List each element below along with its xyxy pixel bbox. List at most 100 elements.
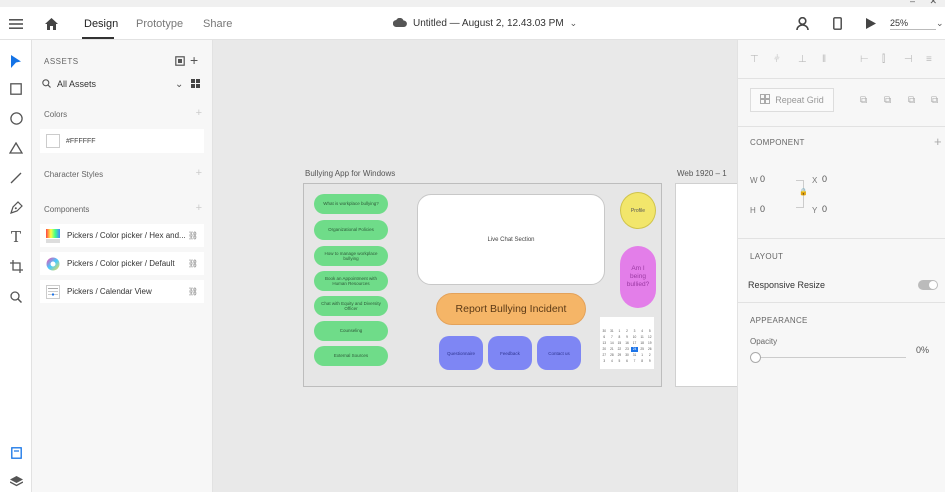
mobile-preview-icon[interactable] — [833, 7, 842, 40]
menu-pill[interactable]: Book an Appointment with Human Resources — [314, 271, 388, 291]
calendar-day[interactable]: 19 — [646, 341, 653, 346]
profile-button[interactable]: Profile — [620, 192, 656, 229]
play-icon[interactable] — [866, 7, 876, 40]
calendar-day[interactable]: 30 — [601, 329, 608, 334]
zoom-select[interactable]: 25% ⌄ — [890, 7, 944, 40]
calendar-day[interactable]: 11 — [639, 335, 646, 340]
calendar-day[interactable]: 3 — [631, 329, 638, 334]
add-character-style-icon[interactable]: + — [196, 167, 202, 179]
calendar-day[interactable]: 17 — [631, 341, 638, 346]
calendar-day[interactable]: 25 — [639, 347, 646, 352]
height-input[interactable]: 0 — [760, 204, 765, 214]
x-input[interactable]: 0 — [822, 174, 827, 184]
grid-view-icon[interactable] — [191, 78, 200, 90]
repeat-grid-button[interactable]: Repeat Grid — [750, 88, 834, 112]
zoom-icon[interactable] — [6, 287, 26, 307]
calendar-day[interactable]: 6 — [624, 359, 631, 364]
add-color-icon[interactable]: + — [196, 107, 202, 119]
document-title-menu[interactable]: Untitled — August 2, 12.43.03 PM ⌄ — [392, 7, 577, 40]
menu-pill[interactable]: Chat with Equity and Diversity Officer — [314, 296, 388, 316]
calendar-day[interactable]: 29 — [616, 353, 623, 358]
calendar-day[interactable]: 15 — [616, 341, 623, 346]
artboard-icon[interactable] — [6, 256, 26, 276]
questionnaire-button[interactable]: Questionnaire — [439, 336, 483, 370]
align-top-icon[interactable]: ⊤ — [750, 54, 759, 65]
calendar-day[interactable]: 30 — [624, 353, 631, 358]
align-middle-icon[interactable]: ⫩ — [774, 54, 780, 65]
calendar-day[interactable]: 10 — [631, 335, 638, 340]
ellipse-icon[interactable] — [6, 108, 26, 128]
artboard-web-1920[interactable] — [675, 183, 737, 387]
layers-icon[interactable] — [6, 471, 26, 491]
tab-prototype[interactable]: Prototype — [136, 7, 183, 40]
home-icon[interactable] — [45, 7, 58, 40]
artboard-label[interactable]: Web 1920 – 1 — [677, 169, 727, 178]
live-chat-section[interactable]: Live Chat Section — [417, 194, 605, 285]
calendar-day[interactable]: 21 — [609, 347, 616, 352]
design-canvas[interactable]: Bullying App for Windows Web 1920 – 1 Wh… — [213, 40, 737, 492]
calendar-day[interactable]: 31 — [631, 353, 638, 358]
calendar-day[interactable]: 2 — [646, 353, 653, 358]
calendar-day[interactable]: 7 — [609, 335, 616, 340]
calendar-day[interactable]: 2 — [624, 329, 631, 334]
calendar-day[interactable]: 18 — [639, 341, 646, 346]
calendar-day[interactable]: 9 — [646, 359, 653, 364]
feedback-button[interactable]: Feedback — [488, 336, 532, 370]
link-library-icon[interactable] — [175, 56, 185, 68]
calendar-day[interactable]: 27 — [601, 353, 608, 358]
calendar-widget[interactable]: 30 31 1 2 3 4 5 6 7 8 9 10 11 12 13 14 15 16 17 18 19 20 21 22 2… — [600, 317, 654, 369]
menu-pill[interactable]: How to manage workplace bullying — [314, 246, 388, 266]
distribute-horizontal-icon[interactable]: ≡ — [926, 54, 932, 65]
align-center-icon[interactable]: ⫿ — [882, 54, 885, 65]
opacity-value[interactable]: 0% — [916, 345, 929, 355]
calendar-day[interactable]: 14 — [609, 341, 616, 346]
opacity-slider-track[interactable] — [756, 357, 906, 358]
calendar-day[interactable]: 13 — [601, 341, 608, 346]
calendar-day[interactable]: 7 — [631, 359, 638, 364]
menu-pill[interactable]: Counseling — [314, 321, 388, 341]
boolean-subtract-icon[interactable]: ⧉ — [884, 95, 891, 106]
align-left-icon[interactable]: ⊢ — [860, 54, 869, 65]
calendar-day[interactable]: 1 — [616, 329, 623, 334]
menu-icon[interactable] — [9, 7, 23, 40]
calendar-day[interactable]: 5 — [616, 359, 623, 364]
triangle-icon[interactable] — [6, 138, 26, 158]
line-icon[interactable] — [6, 168, 26, 188]
close-button[interactable]: ✕ — [929, 0, 937, 7]
calendar-day[interactable]: 6 — [601, 335, 608, 340]
menu-pill[interactable]: External Sources — [314, 346, 388, 366]
calendar-day[interactable]: 5 — [646, 329, 653, 334]
menu-pill[interactable]: Organizational Policies — [314, 220, 388, 240]
align-right-icon[interactable]: ⊣ — [904, 54, 913, 65]
user-icon[interactable] — [796, 7, 809, 40]
calendar-day[interactable]: 26 — [646, 347, 653, 352]
component-item[interactable]: Pickers / Calendar View ⛓ — [40, 280, 204, 303]
minimize-button[interactable]: – — [910, 0, 915, 6]
boolean-add-icon[interactable]: ⧉ — [860, 95, 867, 106]
calendar-day[interactable]: 4 — [639, 329, 646, 334]
calendar-day[interactable]: 31 — [609, 329, 616, 334]
calendar-day[interactable]: 24 — [631, 347, 638, 352]
calendar-day[interactable]: 12 — [646, 335, 653, 340]
calendar-day[interactable]: 22 — [616, 347, 623, 352]
color-swatch-item[interactable]: #FFFFFF — [40, 129, 204, 153]
width-input[interactable]: 0 — [760, 174, 765, 184]
add-component-icon[interactable]: + — [196, 202, 202, 214]
artboard-label[interactable]: Bullying App for Windows — [305, 169, 395, 178]
report-incident-button[interactable]: Report Bullying Incident — [436, 293, 586, 325]
calendar-day[interactable]: 4 — [609, 359, 616, 364]
calendar-day[interactable]: 3 — [601, 359, 608, 364]
y-input[interactable]: 0 — [822, 204, 827, 214]
contact-us-button[interactable]: Contact us — [537, 336, 581, 370]
lock-aspect-icon[interactable]: 🔒 — [799, 188, 808, 196]
select-icon[interactable] — [6, 51, 26, 71]
document-assets-icon[interactable] — [6, 443, 26, 463]
component-item[interactable]: Pickers / Color picker / Hex and... ⛓ — [40, 224, 204, 247]
calendar-day[interactable]: 20 — [601, 347, 608, 352]
component-item[interactable]: Pickers / Color picker / Default ⛓ — [40, 252, 204, 275]
rectangle-icon[interactable] — [6, 79, 26, 99]
add-component-state-icon[interactable]: + — [934, 134, 942, 149]
distribute-icon[interactable]: ‖ — [822, 54, 826, 65]
tab-share[interactable]: Share — [203, 7, 232, 40]
boolean-exclude-icon[interactable]: ⧉ — [931, 95, 938, 106]
